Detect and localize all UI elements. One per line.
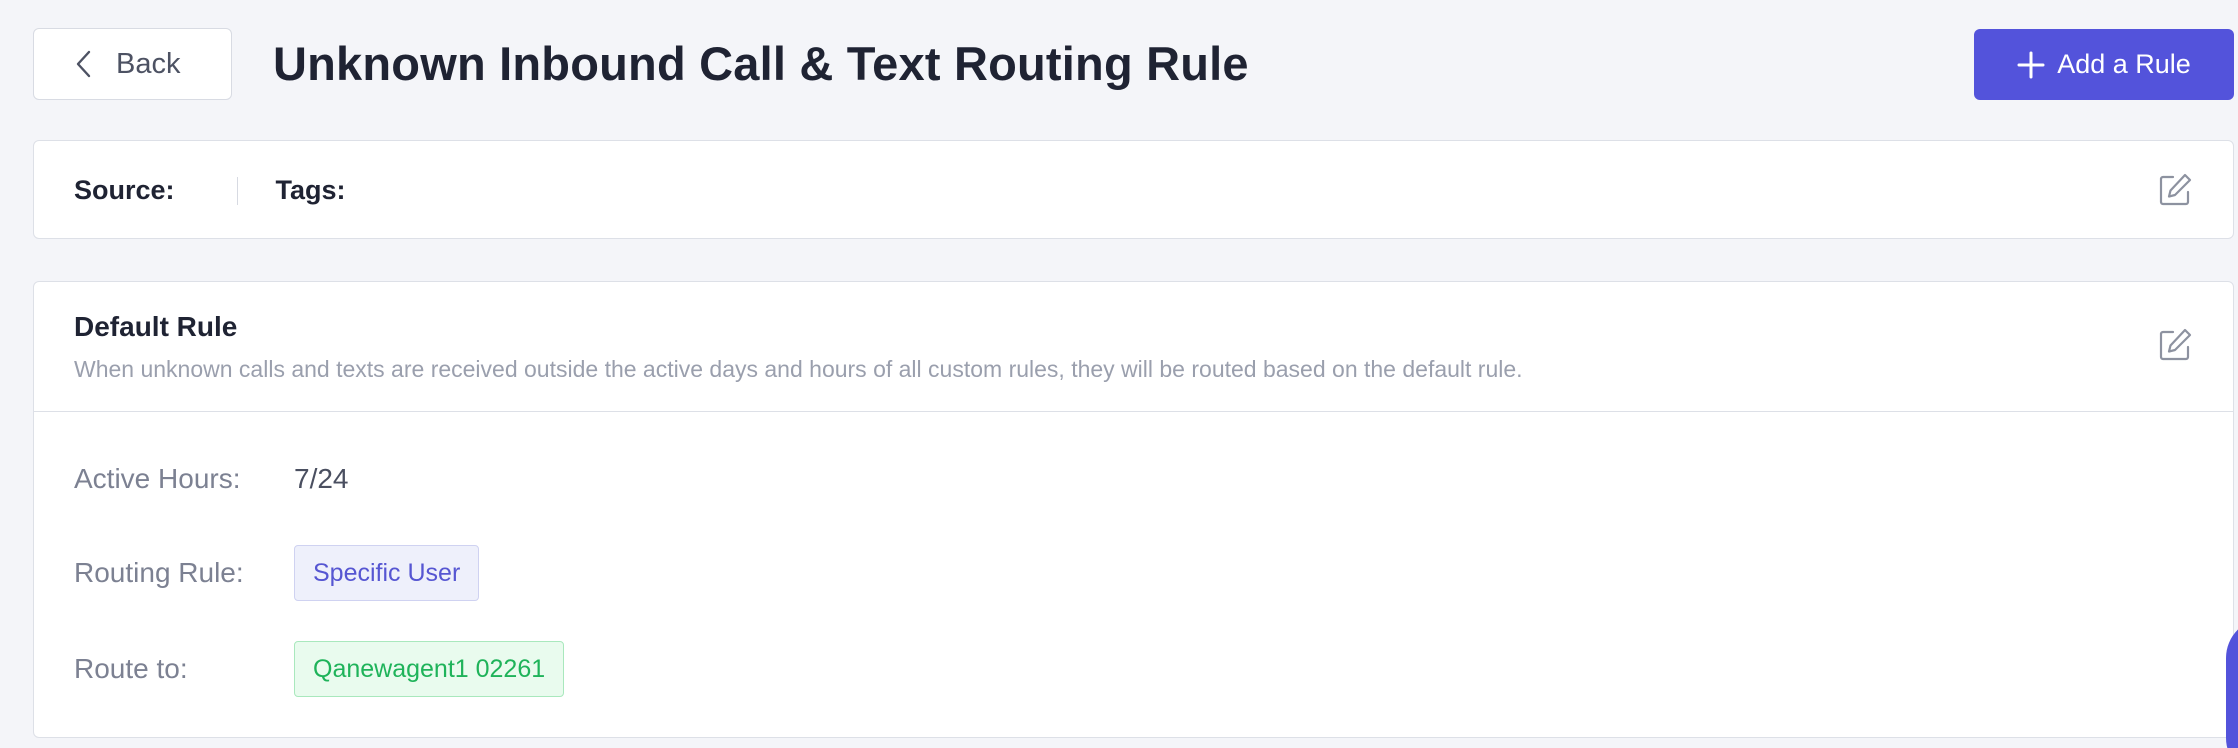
divider (236, 176, 238, 205)
routing-rule-page: Back Unknown Inbound Call & Text Routing… (0, 0, 2238, 748)
tags-label: Tags: (275, 175, 346, 205)
default-rule-title: Default Rule (74, 311, 238, 342)
active-hours-row: Active Hours: 7/24 (74, 451, 349, 507)
back-button[interactable]: Back (33, 28, 232, 100)
routing-rule-tag: Specific User (294, 545, 480, 601)
edit-icon[interactable] (2157, 327, 2193, 363)
back-button-label: Back (116, 47, 181, 80)
route-to-tag: Qanewagent1 02261 (294, 641, 565, 697)
route-to-label: Route to: (74, 653, 188, 684)
source-tags-card: Source: Tags: (33, 140, 2234, 239)
chevron-left-icon (74, 49, 94, 79)
page-title: Unknown Inbound Call & Text Routing Rule (273, 37, 1249, 90)
edit-icon[interactable] (2157, 172, 2193, 208)
default-rule-card: Default Rule When unknown calls and text… (33, 281, 2234, 738)
routing-rule-label: Routing Rule: (74, 557, 244, 588)
default-rule-header: Default Rule When unknown calls and text… (34, 282, 2233, 412)
default-rule-description: When unknown calls and texts are receive… (74, 356, 1523, 382)
add-rule-button-label: Add a Rule (2057, 49, 2191, 79)
routing-rule-row: Routing Rule: Specific User (74, 545, 480, 601)
add-rule-button[interactable]: Add a Rule (1974, 29, 2234, 100)
active-hours-value: 7/24 (294, 463, 349, 494)
plus-icon (2017, 51, 2045, 79)
source-label: Source: (74, 175, 175, 205)
route-to-row: Route to: Qanewagent1 02261 (74, 641, 565, 697)
active-hours-label: Active Hours: (74, 463, 241, 494)
